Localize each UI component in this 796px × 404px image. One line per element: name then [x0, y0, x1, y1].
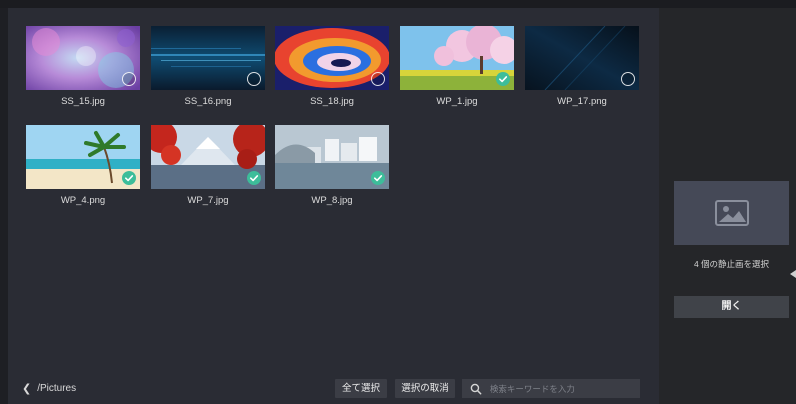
- selection-circle[interactable]: [371, 72, 385, 86]
- file-tile[interactable]: SS_18.jpg: [275, 26, 389, 107]
- search-box[interactable]: [462, 379, 640, 398]
- file-name: WP_17.png: [557, 96, 607, 107]
- thumbnail-fuji[interactable]: [151, 125, 265, 189]
- chevron-left-icon: ❮: [22, 383, 32, 395]
- thumbnail-cherry-blossom[interactable]: [400, 26, 514, 90]
- thumbnail-nebula[interactable]: [26, 26, 140, 90]
- file-name: WP_7.jpg: [187, 195, 229, 206]
- thumbnail-blue-streaks[interactable]: [151, 26, 265, 90]
- check-icon[interactable]: [371, 171, 385, 185]
- file-tile[interactable]: SS_16.png: [151, 26, 265, 107]
- expand-arrow-icon[interactable]: [790, 270, 796, 278]
- thumbnail-winter-village[interactable]: [275, 125, 389, 189]
- search-input[interactable]: [487, 382, 640, 395]
- file-name: WP_1.jpg: [436, 96, 478, 107]
- file-name: SS_18.jpg: [310, 96, 354, 107]
- file-name: WP_8.jpg: [311, 195, 353, 206]
- selection-circle[interactable]: [247, 72, 261, 86]
- file-tile[interactable]: WP_17.png: [525, 26, 639, 107]
- file-tile[interactable]: WP_1.jpg: [400, 26, 514, 107]
- bottom-toolbar: ❮ /Pictures 全て選択 選択の取消: [8, 374, 659, 404]
- thumbnail-beach[interactable]: [26, 125, 140, 189]
- selection-circle[interactable]: [122, 72, 136, 86]
- top-strip: [0, 0, 796, 8]
- thumbnail-dark-blue[interactable]: [525, 26, 639, 90]
- preview-placeholder: [674, 181, 789, 245]
- open-button[interactable]: 開く: [674, 296, 789, 318]
- selection-circle[interactable]: [621, 72, 635, 86]
- check-icon[interactable]: [247, 171, 261, 185]
- search-icon: [470, 383, 482, 394]
- file-tile[interactable]: SS_15.jpg: [26, 26, 140, 107]
- select-all-button[interactable]: 全て選択: [335, 379, 387, 398]
- file-tile[interactable]: WP_8.jpg: [275, 125, 389, 206]
- selection-count: 4 個の静止画を選択: [693, 259, 770, 269]
- check-icon[interactable]: [496, 72, 510, 86]
- current-path: /Pictures: [37, 383, 77, 394]
- file-browser-grid: SS_15.jpg SS_16.png SS_18.jpg WP_1.jpg W…: [8, 8, 659, 404]
- file-tile[interactable]: WP_4.png: [26, 125, 140, 206]
- check-icon[interactable]: [122, 171, 136, 185]
- deselect-button[interactable]: 選択の取消: [395, 379, 455, 398]
- back-path-button[interactable]: ❮ /Pictures: [22, 382, 76, 395]
- file-tile[interactable]: WP_7.jpg: [151, 125, 265, 206]
- file-name: SS_16.png: [184, 96, 232, 107]
- selection-panel: 4 個の静止画を選択 開く: [659, 8, 796, 404]
- file-name: SS_15.jpg: [61, 96, 105, 107]
- thumbnail-swirl[interactable]: [275, 26, 389, 90]
- image-icon: [714, 200, 749, 226]
- file-name: WP_4.png: [60, 195, 106, 206]
